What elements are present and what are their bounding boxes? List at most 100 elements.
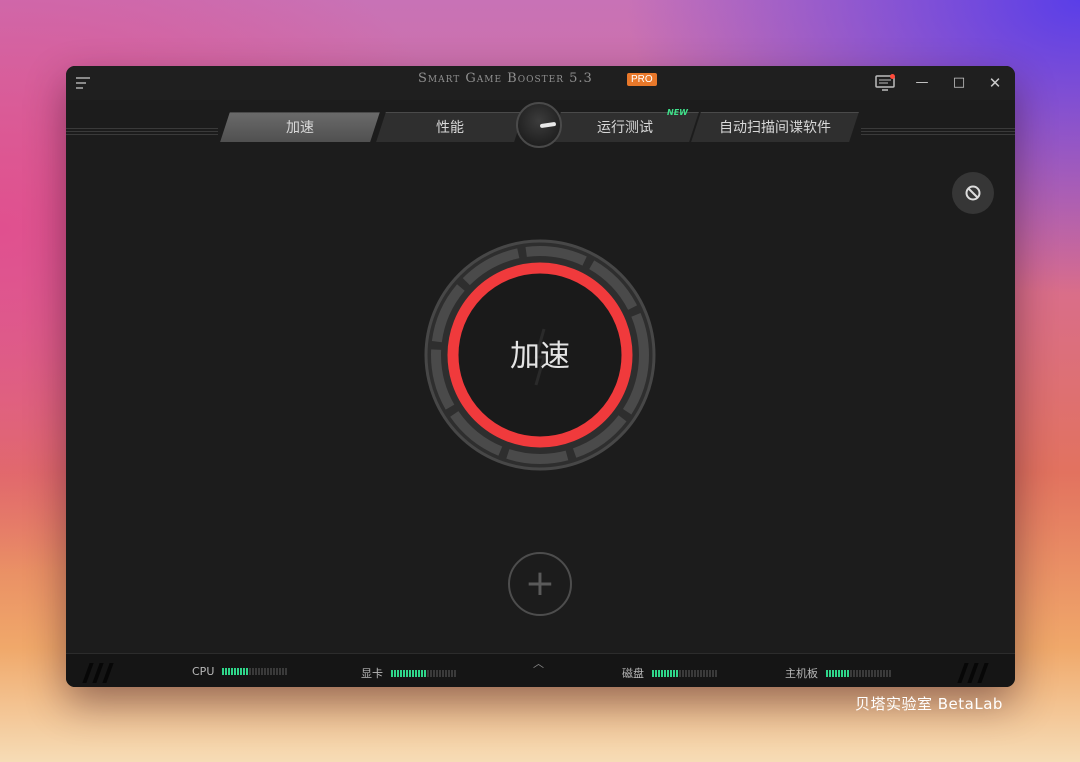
meter-segment	[451, 669, 453, 677]
meter-segment	[856, 669, 858, 677]
meter-segment	[270, 668, 273, 675]
add-game-button[interactable]: +	[508, 552, 572, 616]
meter-segment	[454, 669, 456, 677]
meter-segment	[412, 669, 414, 677]
meter-segment	[679, 669, 681, 677]
meter-segment	[889, 669, 891, 677]
monitor-icon[interactable]	[874, 72, 896, 94]
meter-segment	[859, 669, 861, 677]
close-button[interactable]: ✕	[984, 72, 1006, 94]
meter-segment	[868, 669, 870, 677]
meter-segment	[709, 669, 711, 677]
meter-segment	[237, 668, 240, 675]
meter-segment	[279, 668, 282, 675]
tab-spyware-scan[interactable]: 自动扫描间谍软件	[696, 112, 854, 142]
meter-segment	[832, 669, 834, 677]
meter-segment	[403, 669, 405, 677]
menu-icon[interactable]	[76, 77, 90, 89]
meter-segment	[826, 669, 828, 677]
app-title: Smart Game Booster 5.3	[418, 71, 593, 86]
meter-segment	[706, 669, 708, 677]
meter-segment	[249, 668, 252, 675]
stat-motherboard: 主机板	[785, 665, 891, 681]
meter-segment	[682, 669, 684, 677]
meter-segment	[715, 669, 717, 677]
meter-segment	[838, 669, 840, 677]
stat-disk-label: 磁盘	[622, 667, 644, 680]
app-window: Smart Game Booster 5.3 PRO — □ ✕ 加速 性能 运…	[66, 66, 1015, 687]
status-bar: ︿ CPU 显卡 磁盘 主机板	[66, 653, 1015, 687]
meter-segment	[421, 669, 423, 677]
meter-segment	[439, 669, 441, 677]
meter-segment	[240, 668, 243, 675]
stat-gpu-label: 显卡	[361, 667, 383, 680]
meter-segment	[394, 669, 396, 677]
meter-segment	[862, 669, 864, 677]
meter-segment	[829, 669, 831, 677]
title-bar: Smart Game Booster 5.3 PRO — □ ✕	[66, 66, 1015, 100]
notification-dot	[890, 74, 895, 79]
meter-segment	[273, 668, 276, 675]
tab-boost[interactable]: 加速	[225, 112, 375, 142]
gauge-icon	[516, 102, 562, 148]
meter-segment	[222, 668, 225, 675]
meter-segment	[397, 669, 399, 677]
stat-cpu-label: CPU	[192, 665, 215, 678]
stat-disk: 磁盘	[622, 665, 717, 681]
disk-meter	[652, 669, 717, 677]
meter-segment	[685, 669, 687, 677]
block-icon	[965, 185, 981, 201]
meter-segment	[243, 668, 246, 675]
meter-segment	[276, 668, 279, 675]
gpu-meter	[391, 669, 456, 677]
meter-segment	[655, 669, 657, 677]
motherboard-meter	[826, 669, 891, 677]
tab-performance-label: 性能	[436, 120, 464, 136]
meter-segment	[661, 669, 663, 677]
meter-segment	[234, 668, 237, 675]
block-button[interactable]	[952, 172, 994, 214]
meter-segment	[886, 669, 888, 677]
meter-segment	[445, 669, 447, 677]
minimize-button[interactable]: —	[911, 72, 933, 94]
boost-label[interactable]: 加速	[424, 331, 656, 375]
meter-segment	[409, 669, 411, 677]
meter-segment	[436, 669, 438, 677]
meter-segment	[694, 669, 696, 677]
meter-segment	[673, 669, 675, 677]
meter-segment	[255, 668, 258, 675]
meter-segment	[688, 669, 690, 677]
stat-cpu: CPU	[192, 665, 288, 678]
meter-segment	[442, 669, 444, 677]
meter-segment	[850, 669, 852, 677]
meter-segment	[691, 669, 693, 677]
meter-segment	[676, 669, 678, 677]
meter-segment	[841, 669, 843, 677]
meter-segment	[433, 669, 435, 677]
vent-decor-left	[82, 663, 122, 683]
meter-segment	[670, 669, 672, 677]
vent-decor-right	[957, 663, 997, 683]
cpu-meter	[222, 668, 288, 675]
meter-segment	[658, 669, 660, 677]
meter-segment	[225, 668, 228, 675]
meter-segment	[880, 669, 882, 677]
meter-segment	[664, 669, 666, 677]
meter-segment	[877, 669, 879, 677]
new-badge: NEW	[667, 108, 688, 117]
meter-segment	[427, 669, 429, 677]
meter-segment	[415, 669, 417, 677]
chevron-up-icon[interactable]: ︿	[533, 655, 544, 671]
meter-segment	[652, 669, 654, 677]
meter-segment	[228, 668, 231, 675]
meter-segment	[448, 669, 450, 677]
meter-segment	[231, 668, 234, 675]
maximize-button[interactable]: □	[948, 72, 970, 94]
tab-boost-label: 加速	[286, 120, 314, 136]
tab-performance[interactable]: 性能	[381, 112, 519, 142]
meter-segment	[667, 669, 669, 677]
meter-segment	[246, 668, 249, 675]
meter-segment	[703, 669, 705, 677]
meter-segment	[865, 669, 867, 677]
meter-segment	[282, 668, 285, 675]
